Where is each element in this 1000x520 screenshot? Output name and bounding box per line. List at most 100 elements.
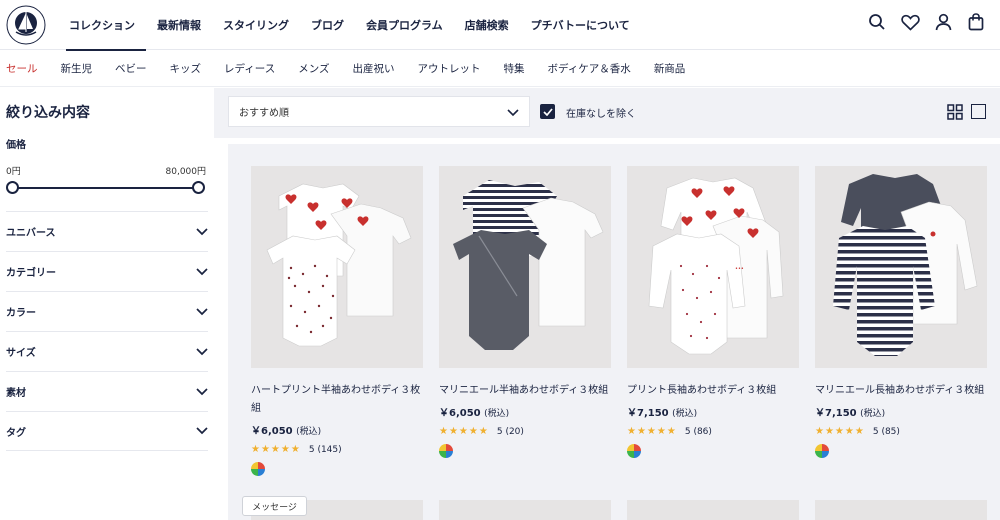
rating-value: 5 (684, 426, 691, 437)
rating-value: 5 (872, 426, 879, 437)
product-image[interactable] (815, 166, 987, 368)
price-min: 0円 (6, 167, 21, 177)
facet-label: ユニバース (6, 228, 56, 239)
product-rating: ★★★★★ 5 (86) (627, 426, 799, 437)
star-rating-icon: ★★★★★ (439, 426, 489, 437)
price-label: 価格 (6, 140, 26, 151)
nav-styling[interactable]: スタイリング (212, 0, 300, 50)
price-slider-track[interactable] (12, 187, 200, 189)
chevron-down-icon (196, 306, 208, 318)
product-rating: ★★★★★ 5 (20) (439, 426, 611, 437)
header: コレクション 最新情報 スタイリング ブログ 会員プログラム 店舗検索 プチバト… (0, 0, 1000, 51)
rating-value: 5 (308, 444, 315, 455)
grid-view-icon[interactable] (947, 104, 963, 120)
facet-label: カテゴリー (6, 268, 56, 279)
rating-value: 5 (496, 426, 503, 437)
product-grid: ハートプリント半袖あわせボディ３枚組 ￥6,050 (税込) ★★★★★ 5 (1… (228, 144, 1000, 520)
price-value: ￥7,150 (627, 408, 669, 419)
subnav-outlet[interactable]: アウトレット (418, 61, 481, 76)
product-card[interactable]: ハートプリント半袖あわせボディ３枚組 ￥6,050 (税込) ★★★★★ 5 (1… (251, 166, 423, 476)
svg-text:•••: ••• (735, 266, 744, 272)
exclude-out-of-stock-label: 在庫なしを除く (566, 109, 636, 120)
sort-select[interactable]: おすすめ順 (228, 96, 530, 127)
product-image[interactable] (439, 166, 611, 368)
header-icons (867, 12, 986, 32)
chevron-down-icon (196, 425, 208, 437)
facet-size[interactable]: サイズ (6, 331, 208, 371)
nav-about[interactable]: プチバトーについて (520, 0, 641, 50)
subnav-feature[interactable]: 特集 (504, 61, 525, 76)
color-swatch-icon[interactable] (815, 444, 829, 458)
facet-tag[interactable]: タグ (6, 411, 208, 451)
review-count: (145) (317, 444, 342, 455)
subnav-bodycare[interactable]: ボディケア＆香水 (548, 61, 631, 76)
subnav-ladies[interactable]: レディース (224, 61, 275, 76)
star-rating-icon: ★★★★★ (251, 444, 301, 455)
product-image[interactable] (251, 166, 423, 368)
chevron-down-icon (196, 386, 208, 398)
nav-collection[interactable]: コレクション (58, 0, 146, 51)
product-rating: ★★★★★ 5 (85) (815, 426, 987, 437)
heart-icon[interactable] (900, 12, 920, 32)
filter-title: 絞り込み内容 (6, 105, 90, 121)
facet-material[interactable]: 素材 (6, 371, 208, 411)
product-rating: ★★★★★ 5 (145) (251, 444, 423, 455)
color-swatch-icon[interactable] (439, 444, 453, 458)
message-tab[interactable]: メッセージ (242, 496, 307, 516)
subnav-kids[interactable]: キッズ (170, 61, 202, 76)
product-card[interactable]: マリニエール半袖あわせボディ３枚組 ￥6,050 (税込) ★★★★★ 5 (20… (439, 166, 611, 458)
price-tax: (税込) (484, 409, 510, 419)
color-swatch-icon[interactable] (251, 462, 265, 476)
subnav-birth-gift[interactable]: 出産祝い (353, 61, 395, 76)
price-value: ￥6,050 (439, 408, 481, 419)
price-tax: (税込) (672, 409, 698, 419)
price-tax: (税込) (296, 427, 322, 437)
exclude-out-of-stock-checkbox[interactable] (540, 104, 555, 119)
review-count: (86) (693, 426, 712, 437)
subnav-mens[interactable]: メンズ (298, 61, 329, 76)
facet-color[interactable]: カラー (6, 291, 208, 331)
product-name[interactable]: ハートプリント半袖あわせボディ３枚組 (251, 382, 423, 418)
product-price: ￥6,050 (税込) (439, 404, 611, 419)
facet-label: 素材 (6, 388, 26, 399)
facet-universe[interactable]: ユニバース (6, 211, 208, 251)
facet-category[interactable]: カテゴリー (6, 251, 208, 291)
search-icon[interactable] (867, 12, 887, 32)
star-rating-icon: ★★★★★ (627, 426, 677, 437)
price-slider-min-handle[interactable] (6, 181, 19, 194)
product-card-partial[interactable] (815, 500, 987, 520)
product-name[interactable]: プリント長袖あわせボディ３枚組 (627, 382, 799, 400)
product-name[interactable]: マリニエール長袖あわせボディ３枚組 (815, 382, 987, 400)
nav-news[interactable]: 最新情報 (146, 0, 212, 50)
category-subnav: セール 新生児 ベビー キッズ レディース メンズ 出産祝い アウトレット 特集… (0, 51, 1000, 87)
product-card[interactable]: ••• プリント長袖あわせボディ３枚組 ￥7,150 (税込) ★★★★★ 5 (… (627, 166, 799, 458)
product-price: ￥7,150 (税込) (627, 404, 799, 419)
price-slider-max-handle[interactable] (192, 181, 205, 194)
main-nav: コレクション 最新情報 スタイリング ブログ 会員プログラム 店舗検索 プチバト… (58, 0, 641, 51)
filter-sidebar: 絞り込み内容 価格 0円 80,000円 ユニバース カテゴリー カラー サイズ… (0, 88, 214, 520)
brand-logo[interactable] (6, 5, 46, 45)
subnav-baby[interactable]: ベビー (115, 61, 147, 76)
product-card[interactable]: マリニエール長袖あわせボディ３枚組 ￥7,150 (税込) ★★★★★ 5 (85… (815, 166, 987, 458)
price-value: ￥6,050 (251, 426, 293, 437)
color-swatch-icon[interactable] (627, 444, 641, 458)
review-count: (85) (881, 426, 900, 437)
product-image[interactable]: ••• (627, 166, 799, 368)
bag-icon[interactable] (966, 12, 986, 32)
subnav-newborn[interactable]: 新生児 (61, 61, 93, 76)
user-icon[interactable] (933, 12, 953, 32)
subnav-new-items[interactable]: 新商品 (654, 61, 686, 76)
product-name[interactable]: マリニエール半袖あわせボディ３枚組 (439, 382, 611, 400)
facet-label: サイズ (6, 348, 36, 359)
product-card-partial[interactable] (627, 500, 799, 520)
nav-blog[interactable]: ブログ (300, 0, 355, 50)
single-view-icon[interactable] (971, 104, 986, 119)
results-toolbar: おすすめ順 在庫なしを除く (214, 88, 1000, 138)
review-count: (20) (505, 426, 524, 437)
nav-store-search[interactable]: 店舗検索 (454, 0, 520, 50)
subnav-sale[interactable]: セール (6, 61, 38, 76)
chevron-down-icon (196, 346, 208, 358)
product-card-partial[interactable] (439, 500, 611, 520)
price-value: ￥7,150 (815, 408, 857, 419)
nav-member-program[interactable]: 会員プログラム (355, 0, 454, 50)
